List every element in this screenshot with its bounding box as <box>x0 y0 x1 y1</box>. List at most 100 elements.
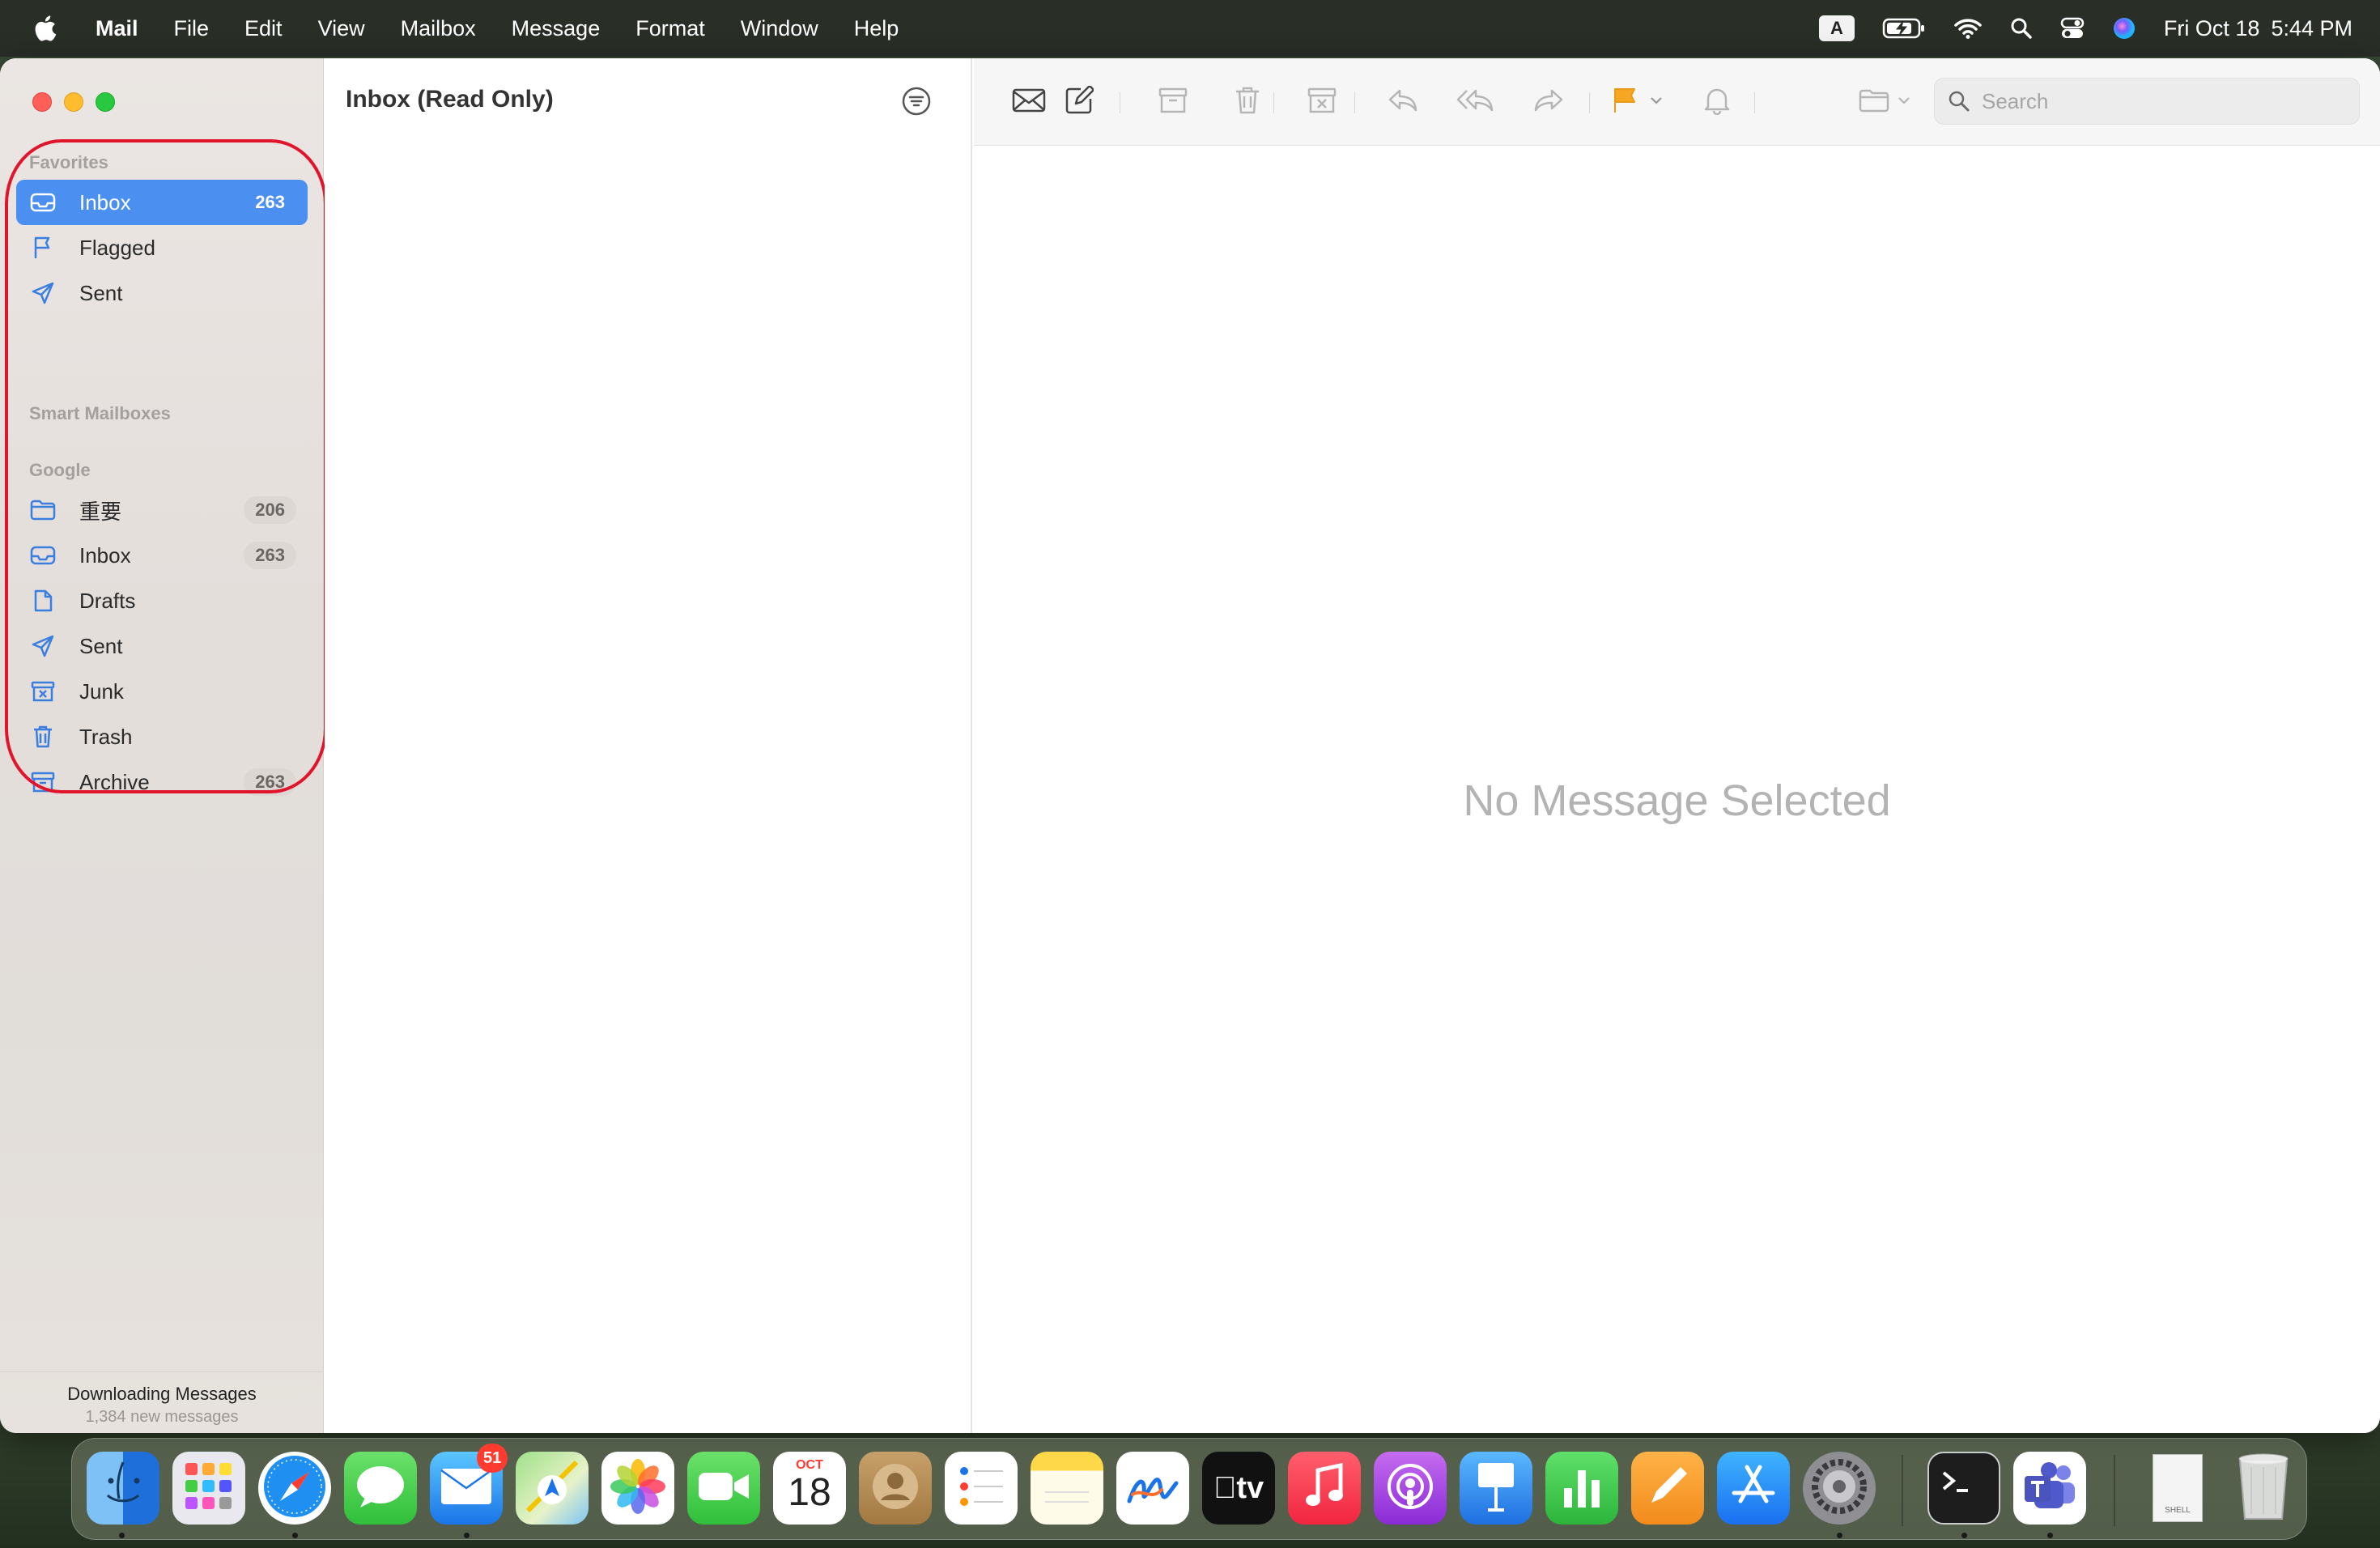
trash-icon <box>1235 86 1260 119</box>
dock-photos[interactable] <box>601 1452 674 1525</box>
menu-bar: Mail File Edit View Mailbox Message Form… <box>0 0 2380 57</box>
folder-icon <box>1859 87 1891 117</box>
menu-format[interactable]: Format <box>635 16 705 41</box>
filter-icon <box>901 87 932 120</box>
envelope-icon <box>1012 87 1046 117</box>
dock-contacts[interactable] <box>859 1452 932 1525</box>
menu-view[interactable]: View <box>318 16 365 41</box>
spotlight-search-icon[interactable] <box>2010 17 2033 40</box>
dock-app-store[interactable] <box>1717 1452 1790 1525</box>
get-mail-button[interactable] <box>1011 84 1047 120</box>
menu-message[interactable]: Message <box>512 16 601 41</box>
podcast-icon <box>1383 1460 1437 1517</box>
menu-help[interactable]: Help <box>854 16 899 41</box>
search-icon <box>1948 90 1970 113</box>
reply-all-button[interactable] <box>1456 84 1495 120</box>
dock-podcasts[interactable] <box>1374 1452 1447 1525</box>
flag-menu-button[interactable] <box>1644 84 1668 120</box>
dock-launchpad[interactable] <box>172 1452 245 1525</box>
dock-facetime[interactable] <box>687 1452 760 1525</box>
freeform-squiggle-icon <box>1124 1462 1181 1515</box>
search-input[interactable] <box>1982 88 2338 114</box>
message-list[interactable]: Inbox (Read Only) <box>325 58 972 1433</box>
menubar-date[interactable]: Fri Oct 18 <box>2164 16 2260 41</box>
dock-trash[interactable] <box>2227 1452 2300 1525</box>
apple-logo-icon:  <box>1213 1471 1237 1505</box>
running-indicator <box>1961 1533 1967 1538</box>
flag-button[interactable] <box>1607 84 1643 120</box>
gear-icon <box>1808 1455 1871 1522</box>
dock-maps[interactable] <box>516 1452 589 1525</box>
compose-icon <box>1065 84 1095 119</box>
archive-button[interactable] <box>1155 84 1191 120</box>
toolbar-separator <box>1273 92 1274 113</box>
running-indicator <box>464 1533 470 1538</box>
dock-reminders[interactable] <box>945 1452 1018 1525</box>
move-to-mailbox-button[interactable] <box>1856 84 1913 120</box>
reply-button[interactable] <box>1385 84 1421 120</box>
photos-flower-icon <box>607 1456 669 1521</box>
menubar-time[interactable]: 5:44 PM <box>2271 16 2352 41</box>
window-zoom-button[interactable] <box>96 92 115 112</box>
apple-menu-icon[interactable] <box>32 13 60 44</box>
dock-messages[interactable] <box>344 1452 417 1525</box>
menu-app-name[interactable]: Mail <box>96 16 138 41</box>
sync-status-title: Downloading Messages <box>67 1384 257 1404</box>
siri-icon[interactable] <box>2112 16 2136 40</box>
dock-numbers[interactable] <box>1545 1452 1618 1525</box>
dock-freeform[interactable] <box>1116 1452 1189 1525</box>
dock-separator <box>1902 1455 1903 1526</box>
trash-can-icon <box>2235 1452 2292 1525</box>
toolbar <box>974 58 2380 146</box>
dock-separator <box>2114 1455 2115 1526</box>
music-note-icon <box>1303 1462 1345 1515</box>
battery-icon[interactable] <box>1882 17 1926 40</box>
no-message-selected-label: No Message Selected <box>1463 776 1891 825</box>
tv-text: tv <box>1225 1470 1264 1505</box>
wifi-icon[interactable] <box>1953 17 1983 40</box>
dock-shell-document[interactable]: SHELL <box>2141 1452 2214 1525</box>
dock-system-settings[interactable] <box>1803 1452 1876 1525</box>
message-viewer: No Message Selected <box>974 58 2380 1433</box>
notes-icon <box>1040 1460 1094 1517</box>
menu-mailbox[interactable]: Mailbox <box>401 16 476 41</box>
dock-pages[interactable] <box>1631 1452 1704 1525</box>
filter-button[interactable] <box>901 86 932 117</box>
flag-icon <box>1611 87 1638 118</box>
mail-window: Favorites Inbox 263 Flagged Sent Smart M… <box>0 58 2380 1433</box>
chevron-down-icon <box>1650 95 1663 109</box>
pen-icon <box>1643 1462 1692 1515</box>
forward-button[interactable] <box>1531 84 1566 120</box>
compose-button[interactable] <box>1061 84 1097 120</box>
dock-notes[interactable] <box>1031 1452 1103 1525</box>
input-source-indicator[interactable]: A <box>1818 15 1855 41</box>
reply-icon <box>1388 87 1418 117</box>
dock-keynote[interactable] <box>1460 1452 1532 1525</box>
dock-tv[interactable]: tv <box>1202 1452 1275 1525</box>
dock-calendar[interactable]: OCT 18 <box>773 1452 846 1525</box>
speech-bubble-icon <box>354 1462 407 1515</box>
menu-edit[interactable]: Edit <box>244 16 283 41</box>
control-center-icon[interactable] <box>2060 17 2085 40</box>
running-indicator <box>1837 1533 1842 1538</box>
tv-label: tv <box>1213 1471 1264 1506</box>
bell-icon <box>1703 86 1731 119</box>
dock-teams[interactable] <box>2013 1452 2086 1525</box>
menu-file[interactable]: File <box>174 16 210 41</box>
junk-button[interactable] <box>1304 84 1340 120</box>
dock-music[interactable] <box>1288 1452 1361 1525</box>
search-field[interactable] <box>1934 78 2360 125</box>
dock-safari[interactable] <box>258 1452 331 1525</box>
delete-button[interactable] <box>1230 84 1265 120</box>
sync-status-detail: 1,384 new messages <box>85 1408 239 1426</box>
sidebar: Favorites Inbox 263 Flagged Sent Smart M… <box>0 58 327 1433</box>
window-close-button[interactable] <box>32 92 52 112</box>
notifications-button[interactable] <box>1699 84 1735 120</box>
map-icon <box>520 1454 584 1523</box>
window-minimize-button[interactable] <box>64 92 83 112</box>
menu-window[interactable]: Window <box>741 16 818 41</box>
dock-terminal[interactable] <box>1927 1452 2000 1525</box>
dock-finder[interactable] <box>87 1452 159 1525</box>
reply-all-icon <box>1456 87 1495 117</box>
mailbox-title: Inbox (Read Only) <box>346 86 554 113</box>
